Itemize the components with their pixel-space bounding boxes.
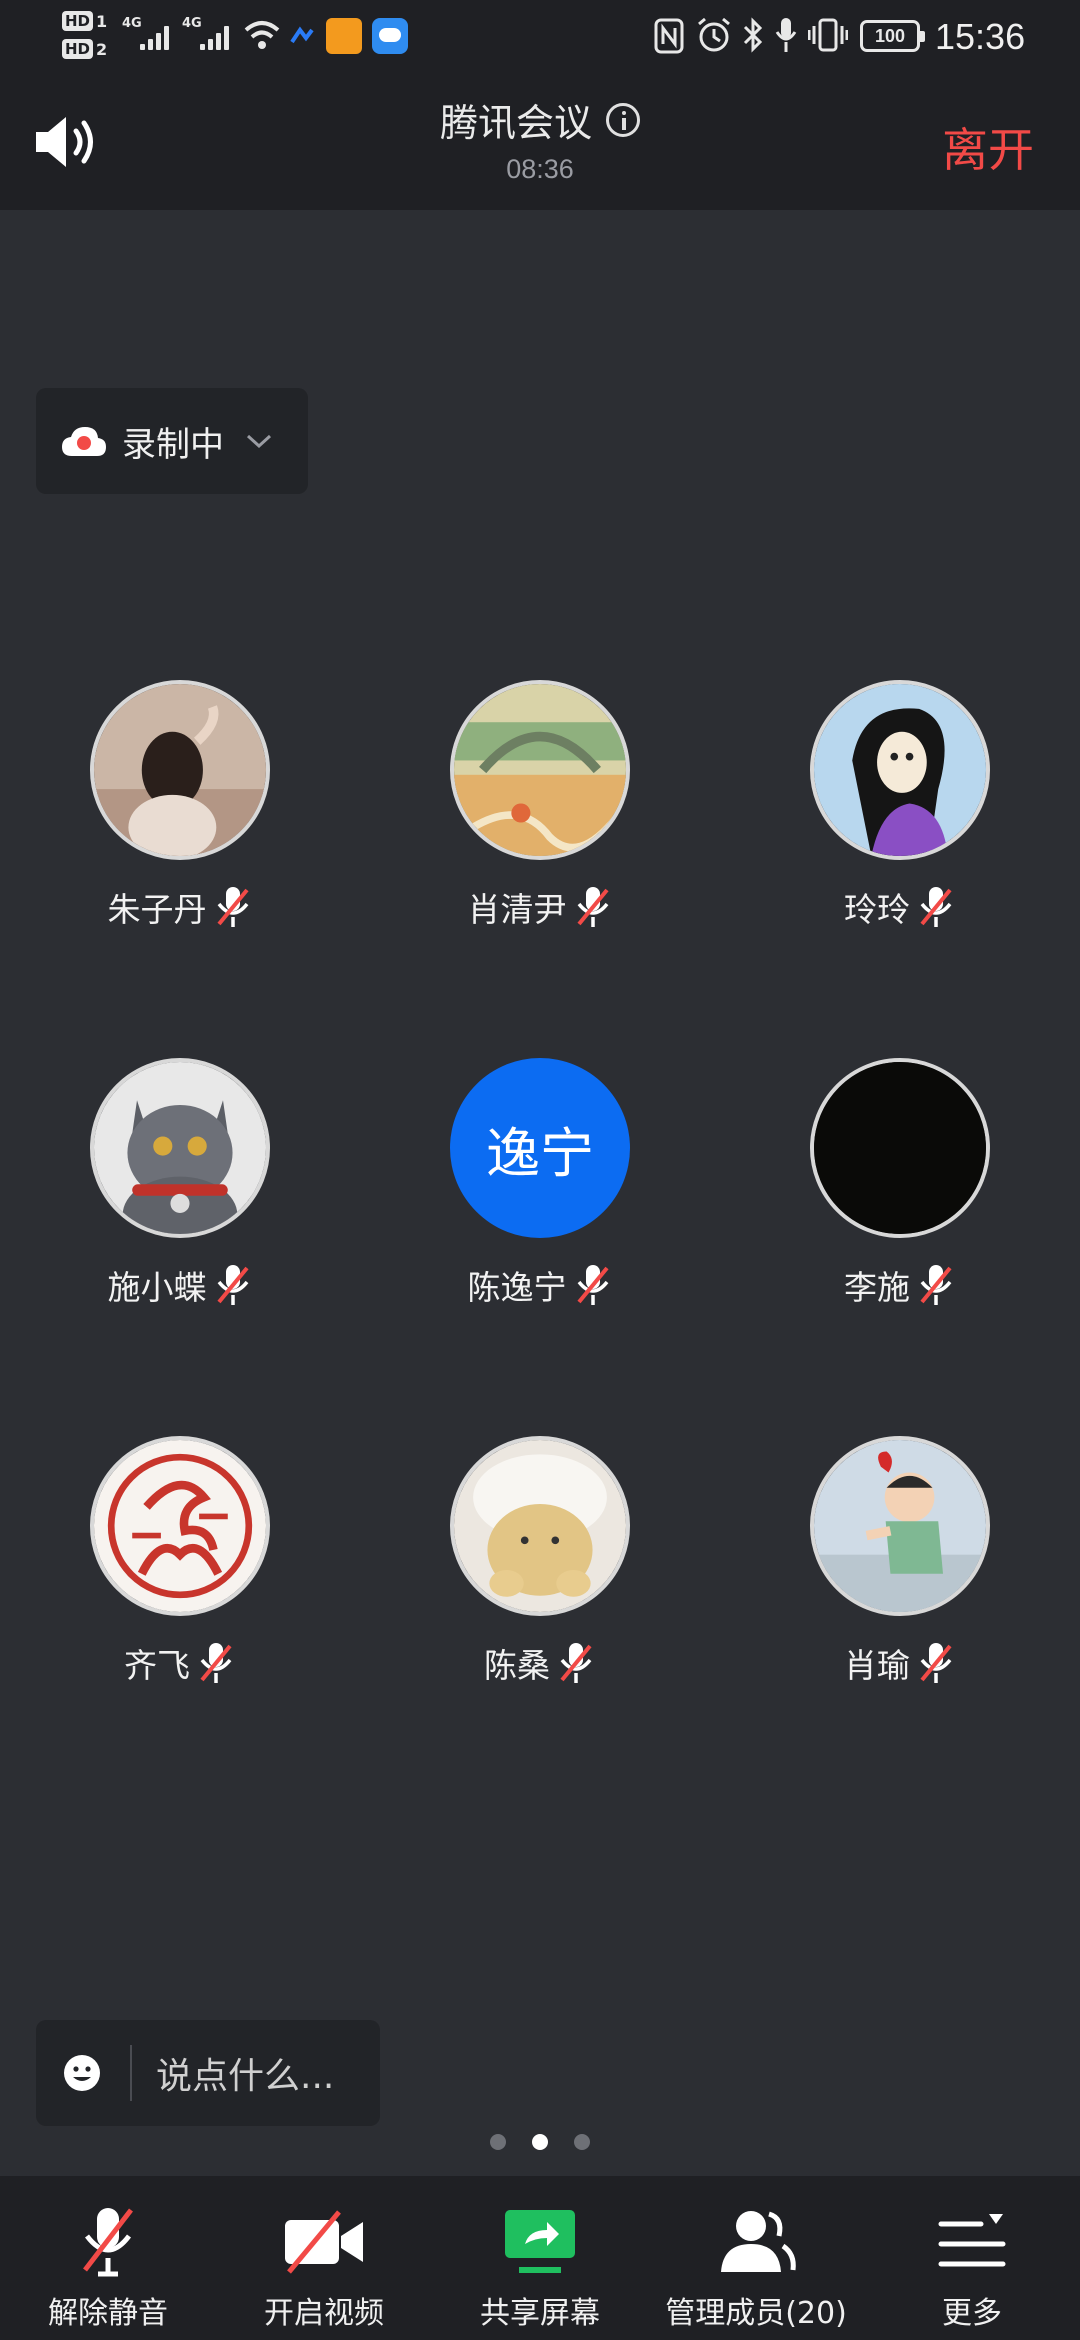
hd-badge: HD [62,11,94,31]
participant-name-row: 朱子丹 [60,883,300,931]
participant-name-row: 李施 [780,1261,1020,1309]
mic-muted-icon [920,1265,952,1305]
sim-number: 1 [96,11,108,31]
app-notification-icon [326,18,362,54]
meeting-timer: 08:36 [506,154,574,184]
page-indicator [0,2134,1080,2150]
chat-placeholder: 说点什么... [156,2056,335,2097]
app-notification-icon [290,26,314,44]
participant-tile[interactable]: 李施 [780,1058,1020,1338]
mic-muted-icon [200,1643,232,1683]
meeting-header: 腾讯会议 08:36 离开 [0,72,1080,210]
participant-tile[interactable]: 朱子丹 [60,680,300,960]
participant-name-row: 齐飞 [60,1639,300,1687]
participant-name: 肖清尹 [467,890,567,929]
leave-button[interactable]: 离开 [942,114,1034,180]
mic-muted-icon [560,1643,592,1683]
mic-muted-icon [576,887,609,927]
more-button[interactable]: 更多 [864,2176,1080,2340]
mic-muted-icon [216,1265,249,1305]
participant-name: 肖瑜 [844,1646,910,1685]
battery-level: 100 [874,25,906,46]
participant-tile[interactable]: 玲玲 [780,680,1020,960]
alarm-icon [698,17,730,52]
weather-app-icon [372,18,408,54]
recording-label: 录制中 [122,424,224,465]
initials-avatar: 逸宁 [450,1058,630,1238]
participant-tile[interactable]: 肖清尹 [420,680,660,960]
cartoon-girl-icon [810,680,990,860]
menu-icon [938,2214,1006,2267]
participant-name-row: 陈逸宁 [420,1261,660,1309]
bluetooth-icon [743,17,763,53]
participant-tile[interactable]: 齐飞 [60,1436,300,1716]
divider [130,2045,132,2101]
bridge-painting-icon [450,680,630,860]
meeting-title-row: 腾讯会议 [0,92,1080,147]
recording-indicator[interactable]: 录制中 [36,388,308,494]
photo-girl-icon [90,680,270,860]
participant-name: 齐飞 [124,1646,190,1685]
members-icon [721,2211,796,2272]
nfc-icon [654,18,684,54]
vibrate-icon [808,18,848,52]
video-off-icon [285,2210,363,2274]
participant-tile[interactable]: 陈桑 [420,1436,660,1716]
page-dot-active[interactable] [532,2134,548,2150]
clock: 15:36 [935,16,1026,57]
participant-name: 施小蝶 [107,1268,207,1307]
emoji-icon[interactable] [62,2053,102,2093]
participant-name: 陈桑 [484,1646,550,1685]
black-avatar-icon [810,1058,990,1238]
participant-name: 朱子丹 [107,890,207,929]
participant-name-row: 玲玲 [780,883,1020,931]
participant-name-row: 陈桑 [420,1639,660,1687]
participant-tile[interactable]: 施小蝶 [60,1058,300,1338]
cartoon-boy-icon [810,1436,990,1616]
page-dot[interactable] [490,2134,506,2150]
hd-badge: HD [62,39,94,59]
mic-muted-icon [216,887,249,927]
wifi-icon [244,21,280,49]
more-label: 更多 [942,2296,1002,2331]
chevron-down-icon [246,434,272,449]
start-video-button[interactable]: 开启视频 [216,2176,432,2340]
battery-icon: 100 [860,20,925,52]
participant-name: 陈逸宁 [467,1268,567,1307]
unmute-button[interactable]: 解除静音 [0,2176,216,2340]
status-bar: HD 1 HD 2 4G 4G 100 15:36 [0,0,1080,72]
red-seal-icon [90,1436,270,1616]
mic-muted-icon [920,1643,952,1683]
participant-name-row: 肖瑜 [780,1639,1020,1687]
share-screen-icon [505,2210,575,2273]
hd-indicators: HD 1 HD 2 [62,10,107,66]
participant-tile[interactable]: 逸宁 陈逸宁 [420,1058,660,1338]
participant-name: 玲玲 [844,890,910,929]
cloud-record-icon [62,427,106,456]
page-dot[interactable] [574,2134,590,2150]
participant-name: 李施 [844,1268,910,1307]
mic-muted-icon [83,2208,133,2277]
chat-input[interactable]: 说点什么... [36,2020,380,2126]
plush-toy-icon [450,1436,630,1616]
microphone-icon [775,18,797,52]
meeting-title: 腾讯会议 [439,101,592,145]
share-screen-button[interactable]: 共享屏幕 [432,2176,648,2340]
manage-members-button[interactable]: 管理成员(20) [648,2176,864,2340]
info-icon[interactable] [606,102,640,137]
bottom-toolbar: 解除静音 开启视频 共享屏幕 管理成员(20) 更多 [0,2176,1080,2340]
mic-muted-icon [576,1265,609,1305]
mic-muted-icon [920,887,952,927]
cat-icon [90,1058,270,1238]
participant-name-row: 肖清尹 [420,883,660,931]
sim-number: 2 [96,39,108,59]
participant-name-row: 施小蝶 [60,1261,300,1309]
participant-tile[interactable]: 肖瑜 [780,1436,1020,1716]
